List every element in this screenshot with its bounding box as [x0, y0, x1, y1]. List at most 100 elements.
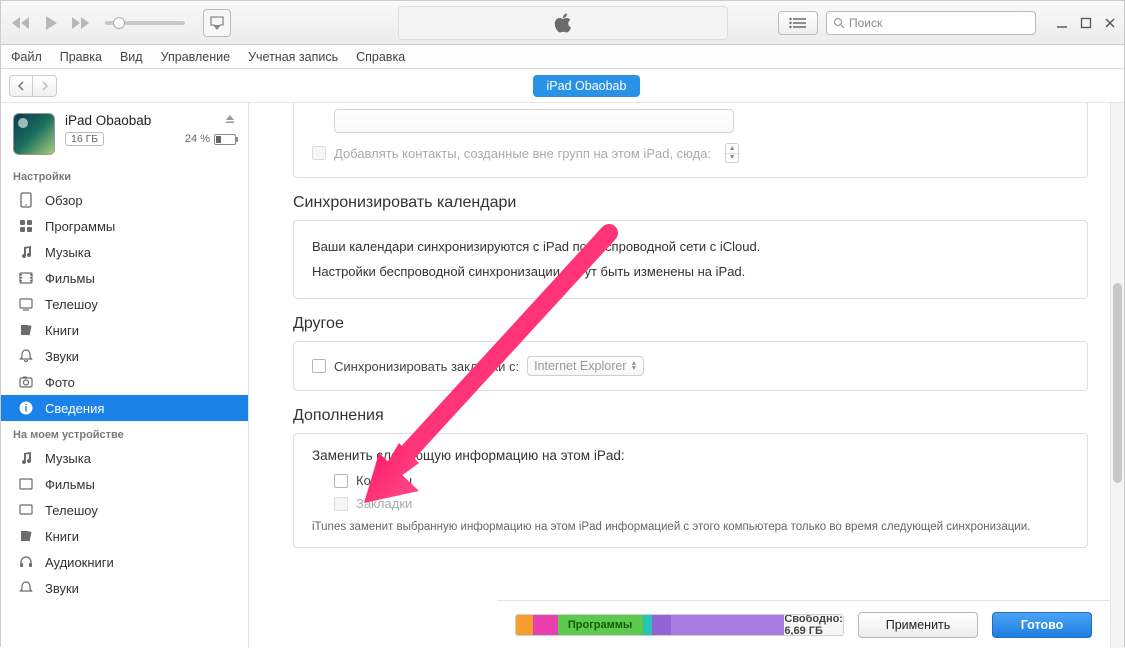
sidebar-item-label: Телешоу — [45, 297, 236, 312]
usage-free-label: Свободно: 6,69 ГБ — [784, 614, 843, 636]
device-title-pill[interactable]: iPad Obaobab — [533, 75, 641, 97]
music-icon — [17, 243, 35, 261]
ondevice-section-label: На моем устройстве — [1, 421, 248, 445]
sidebar-item-label: Программы — [45, 219, 236, 234]
sidebar-item-label: Телешоу — [45, 503, 236, 518]
menu-edit[interactable]: Правка — [60, 50, 102, 64]
apply-button[interactable]: Применить — [858, 612, 978, 638]
battery-percent-label: 24 % — [185, 133, 210, 145]
search-icon — [833, 17, 845, 29]
sidebar-item-books[interactable]: Книги — [1, 317, 248, 343]
sidebar-item-label: Фото — [45, 375, 236, 390]
device-icon — [17, 191, 35, 209]
done-button[interactable]: Готово — [992, 612, 1092, 638]
sidebar-ondevice-music[interactable]: Музыка — [1, 445, 248, 471]
minimize-button[interactable] — [1054, 15, 1070, 31]
sidebar-ondevice-tones[interactable]: Звуки — [1, 575, 248, 601]
info-icon: i — [17, 399, 35, 417]
usage-segment — [671, 615, 784, 635]
contacts-group-field[interactable] — [334, 109, 734, 133]
close-button[interactable] — [1102, 15, 1118, 31]
lcd-display — [398, 6, 728, 40]
sync-bookmarks-checkbox[interactable] — [312, 359, 326, 373]
sync-bookmarks-label: Синхронизировать закладки с: — [334, 359, 519, 374]
sidebar-item-label: Книги — [45, 529, 236, 544]
sidebar-item-label: Обзор — [45, 193, 236, 208]
list-view-button[interactable] — [778, 11, 818, 35]
menu-view[interactable]: Вид — [120, 50, 143, 64]
nav-back-button[interactable] — [9, 75, 33, 97]
sidebar: iPad Obaobab 16 ГБ 24 % Настройки Обзор … — [1, 103, 249, 648]
device-header: iPad Obaobab 16 ГБ 24 % — [1, 103, 248, 163]
sidebar-item-tones[interactable]: Звуки — [1, 343, 248, 369]
search-input[interactable]: Поиск — [826, 11, 1036, 35]
film-icon — [17, 475, 35, 493]
camera-icon — [17, 373, 35, 391]
sidebar-item-apps[interactable]: Программы — [1, 213, 248, 239]
device-capacity: 16 ГБ — [65, 132, 104, 146]
maximize-button[interactable] — [1078, 15, 1094, 31]
next-track-button[interactable] — [67, 9, 95, 37]
group-stepper: ▲▼ — [725, 143, 739, 163]
menu-file[interactable]: Файл — [11, 50, 42, 64]
bell-icon — [17, 347, 35, 365]
usage-segment — [516, 615, 533, 635]
storage-usage-bar: Программы Свободно: 6,69 ГБ — [515, 614, 844, 636]
replace-contacts-checkbox[interactable] — [334, 474, 348, 488]
sidebar-item-music[interactable]: Музыка — [1, 239, 248, 265]
sidebar-item-summary[interactable]: Обзор — [1, 187, 248, 213]
replace-contacts-label: Контакты — [356, 473, 412, 488]
usage-segment-apps: Программы — [558, 615, 643, 635]
sidebar-ondevice-tvshows[interactable]: Телешоу — [1, 497, 248, 523]
menu-account[interactable]: Учетная запись — [248, 50, 338, 64]
usage-segment — [533, 615, 558, 635]
sidebar-item-label: Звуки — [45, 349, 236, 364]
calendars-message-1: Ваши календари синхронизируются с iPad п… — [312, 235, 1069, 260]
nav-forward-button[interactable] — [33, 75, 57, 97]
sidebar-item-label: Фильмы — [45, 477, 236, 492]
sidebar-item-movies[interactable]: Фильмы — [1, 265, 248, 291]
airplay-button[interactable] — [203, 9, 231, 37]
sidebar-item-photos[interactable]: Фото — [1, 369, 248, 395]
subheader: iPad Obaobab — [1, 69, 1124, 103]
menu-help[interactable]: Справка — [356, 50, 405, 64]
prev-track-button[interactable] — [7, 9, 35, 37]
browser-select[interactable]: Internet Explorer ▲▼ — [527, 356, 644, 376]
sidebar-item-label: Книги — [45, 323, 236, 338]
device-battery: 24 % — [185, 133, 236, 145]
sidebar-item-info[interactable]: iСведения — [1, 395, 248, 421]
eject-icon[interactable] — [224, 113, 236, 128]
done-button-label: Готово — [1021, 618, 1064, 632]
device-name: iPad Obaobab — [65, 113, 151, 128]
usage-segment-free: Свободно: 6,69 ГБ — [784, 615, 843, 635]
books-icon — [17, 527, 35, 545]
usage-segment — [652, 615, 671, 635]
sidebar-item-label: Аудиокниги — [45, 555, 236, 570]
svg-text:i: i — [25, 404, 28, 415]
device-thumbnail — [13, 113, 55, 155]
sidebar-ondevice-books[interactable]: Книги — [1, 523, 248, 549]
replace-bookmarks-label: Закладки — [356, 496, 412, 511]
play-button[interactable] — [37, 9, 65, 37]
volume-slider[interactable] — [105, 21, 185, 25]
usage-segment — [643, 615, 652, 635]
sidebar-ondevice-audiobooks[interactable]: Аудиокниги — [1, 549, 248, 575]
sidebar-item-tvshows[interactable]: Телешоу — [1, 291, 248, 317]
menu-controls[interactable]: Управление — [161, 50, 231, 64]
sidebar-ondevice-movies[interactable]: Фильмы — [1, 471, 248, 497]
replace-bookmarks-checkbox — [334, 497, 348, 511]
apps-icon — [17, 217, 35, 235]
vertical-scrollbar[interactable] — [1110, 103, 1124, 648]
addons-note: iTunes заменит выбранную информацию на э… — [312, 521, 1069, 533]
addons-subhead: Заменить следующую информацию на этом iP… — [312, 448, 1069, 463]
battery-icon — [214, 134, 236, 145]
browser-select-value: Internet Explorer — [534, 359, 626, 373]
film-icon — [17, 269, 35, 287]
add-contacts-label: Добавлять контакты, созданные вне групп … — [334, 146, 711, 161]
scroll-thumb[interactable] — [1113, 283, 1122, 483]
sidebar-item-label: Музыка — [45, 245, 236, 260]
calendars-section-title: Синхронизировать календари — [293, 194, 1088, 212]
menu-bar: Файл Правка Вид Управление Учетная запис… — [1, 45, 1124, 69]
apply-button-label: Применить — [886, 618, 951, 632]
other-group-box: Синхронизировать закладки с: Internet Ex… — [293, 341, 1088, 391]
